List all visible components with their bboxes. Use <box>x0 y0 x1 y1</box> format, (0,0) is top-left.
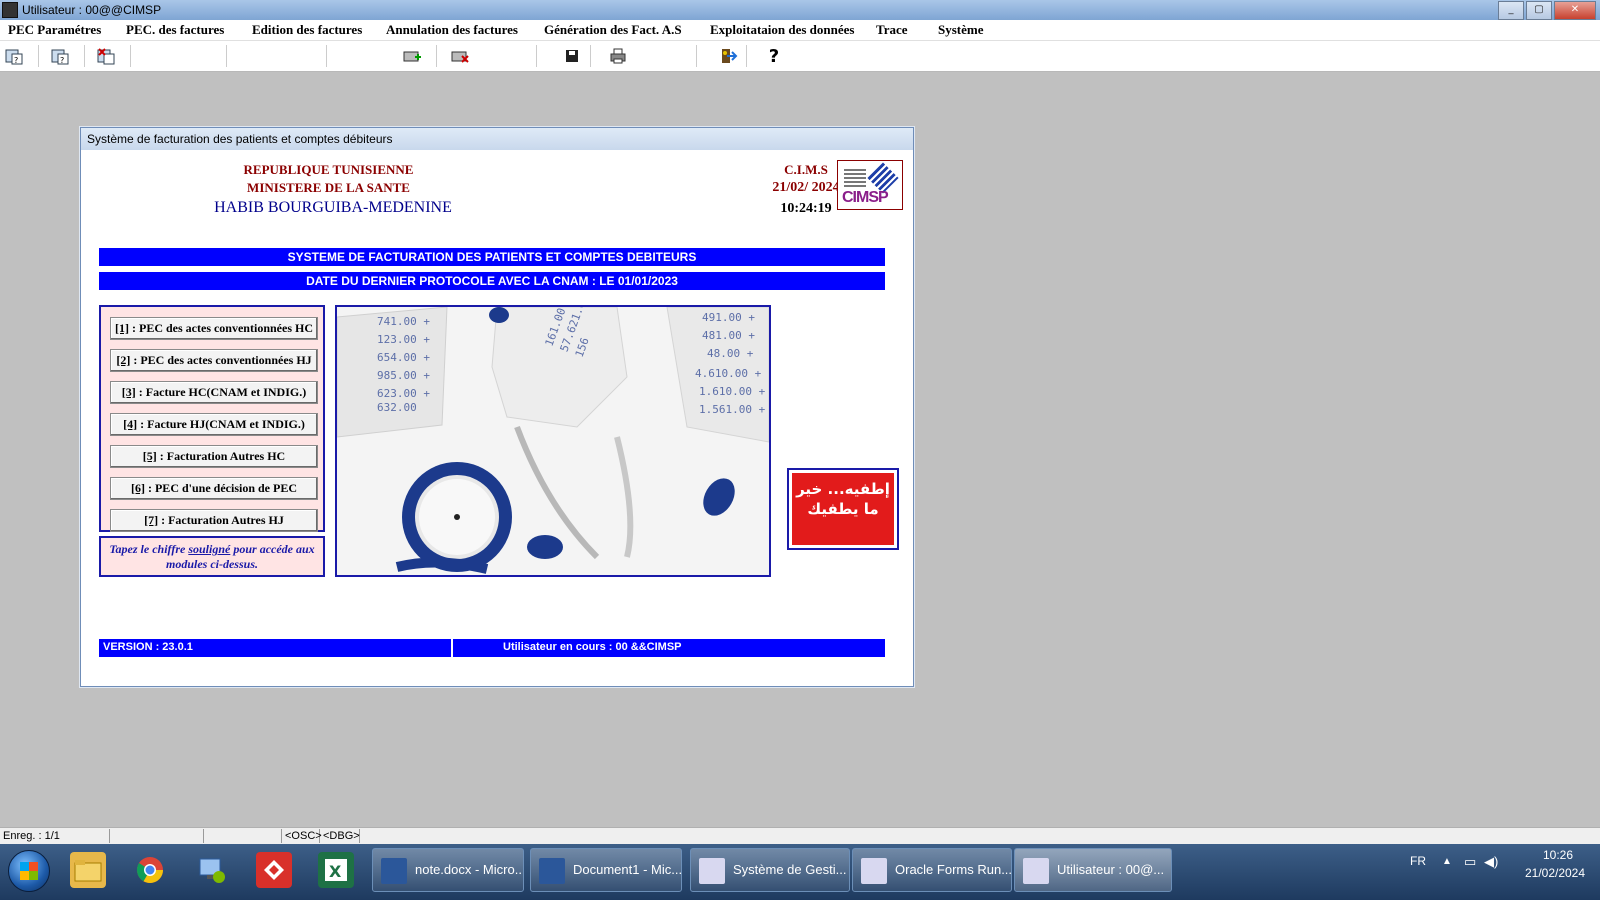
file-explorer-icon[interactable] <box>70 852 106 888</box>
taskbar-task-note[interactable]: note.docx - Micro... <box>372 848 524 892</box>
ad-text: إطفيه... خير ما يطفيك <box>792 473 894 545</box>
chrome-icon[interactable] <box>132 852 168 888</box>
network-tray-icon[interactable]: ▭ <box>1464 854 1476 870</box>
menu-generation-fact[interactable]: Génération des Fact. A.S <box>544 20 682 40</box>
dbg-indicator: <DBG> <box>320 829 360 843</box>
svg-text:1.561.00 +: 1.561.00 + <box>699 403 766 416</box>
svg-text:?: ? <box>14 56 18 65</box>
menu-pec-parametres[interactable]: PEC Paramétres <box>8 20 101 40</box>
module-button-1[interactable]: [1] : PEC des actes conventionnées HC <box>110 317 318 340</box>
oracle-forms-icon <box>699 858 725 884</box>
module-button-7[interactable]: [7] : Facturation Autres HJ <box>110 509 318 532</box>
current-user-label: Utilisateur en cours : 00 &&CIMSP <box>453 639 885 657</box>
taskbar-task-systeme[interactable]: Système de Gesti... <box>690 848 850 892</box>
osc-indicator: <OSC> <box>282 829 322 843</box>
tray-clock-date[interactable]: 21/02/2024 <box>1522 866 1588 880</box>
word-icon <box>381 858 407 884</box>
svg-text:481.00 +: 481.00 + <box>702 329 755 342</box>
title-bar: Utilisateur : 00@@CIMSP _ ▢ ✕ <box>0 0 1600 20</box>
status-cell-2 <box>110 829 204 843</box>
taskbar-task-document1[interactable]: Document1 - Mic... <box>530 848 682 892</box>
volume-icon[interactable]: ◀) <box>1484 854 1498 870</box>
excel-icon[interactable]: X <box>318 852 354 888</box>
help-icon[interactable]: ? <box>764 46 784 67</box>
menu-pec-factures[interactable]: PEC. des factures <box>126 20 224 40</box>
query-execute-icon[interactable]: ? <box>50 46 70 66</box>
module-button-4[interactable]: [4] : Facture HJ(CNAM et INDIG.) <box>110 413 318 436</box>
language-indicator[interactable]: FR <box>1410 854 1426 868</box>
exit-icon[interactable] <box>718 46 738 66</box>
svg-text:985.00 +: 985.00 + <box>377 369 430 382</box>
header-republique: REPUBLIQUE TUNISIENNE <box>243 162 414 177</box>
svg-text:491.00 +: 491.00 + <box>702 311 755 324</box>
anydesk-icon[interactable] <box>256 852 292 888</box>
modules-panel: [1] : PEC des actes conventionnées HC [2… <box>99 305 325 532</box>
menu-trace[interactable]: Trace <box>876 20 908 40</box>
menu-exploitation-donnees[interactable]: Exploitataion des données <box>710 20 854 40</box>
system-title-band: SYSTEME DE FACTURATION DES PATIENTS ET C… <box>99 248 885 266</box>
svg-text:123.00 +: 123.00 + <box>377 333 430 346</box>
word-icon <box>539 858 565 884</box>
svg-text:?: ? <box>60 56 64 65</box>
close-button[interactable]: ✕ <box>1554 1 1596 20</box>
logo-text: CIMSP <box>842 189 889 206</box>
shortcut-hint: Tapez le chiffre souligné pour accéde au… <box>99 536 325 577</box>
delete-record-icon[interactable] <box>450 46 470 66</box>
menu-systeme[interactable]: Système <box>938 20 984 40</box>
svg-text:1.610.00 +: 1.610.00 + <box>699 385 766 398</box>
menu-annulation-factures[interactable]: Annulation des factures <box>386 20 518 40</box>
stethoscope-image: 741.00 + 123.00 + 654.00 + 985.00 + 623.00 … <box>335 305 771 577</box>
module-button-3[interactable]: [3] : Facture HC(CNAM et INDIG.) <box>110 381 318 404</box>
main-form-window: Système de facturation des patients et c… <box>80 127 914 687</box>
menu-bar: PEC Paramétres PEC. des factures Edition… <box>0 20 1600 41</box>
oracle-forms-icon <box>1023 858 1049 884</box>
svg-text:48.00 +: 48.00 + <box>707 347 754 360</box>
tray-clock-time[interactable]: 10:26 <box>1528 848 1588 862</box>
module-button-2[interactable]: [2] : PEC des actes conventionnées HJ <box>110 349 318 372</box>
network-app-icon[interactable] <box>194 852 230 888</box>
fire-safety-ad: إطفيه... خير ما يطفيك <box>787 468 899 550</box>
menu-edition-factures[interactable]: Edition des factures <box>252 20 362 40</box>
svg-text:X: X <box>329 862 342 881</box>
windows-logo-icon <box>20 862 38 880</box>
query-icon[interactable]: ? <box>4 46 24 66</box>
cimsp-logo: CIMSP <box>837 160 903 210</box>
save-icon[interactable] <box>562 46 582 66</box>
version-label: VERSION : 23.0.1 <box>99 639 451 657</box>
toolbar: ? ? ? <box>0 41 1600 72</box>
header-ministere: MINISTERE DE LA SANTE <box>247 180 410 195</box>
svg-text:4.610.00 +: 4.610.00 + <box>695 367 762 380</box>
taskbar-task-utilisateur[interactable]: Utilisateur : 00@... <box>1014 848 1172 892</box>
svg-text:654.00 +: 654.00 + <box>377 351 430 364</box>
status-bar: Enreg. : 1/1 <OSC> <DBG> <box>0 827 1600 845</box>
print-icon[interactable] <box>608 46 628 66</box>
svg-text:632.00: 632.00 <box>377 401 417 414</box>
window-title: Utilisateur : 00@@CIMSP <box>22 3 162 17</box>
insert-record-icon[interactable] <box>402 46 422 66</box>
maximize-button[interactable]: ▢ <box>1526 1 1552 20</box>
taskbar: X note.docx - Micro... Document1 - Mic..… <box>0 844 1600 900</box>
protocol-date-band: DATE DU DERNIER PROTOCOLE AVEC LA CNAM :… <box>99 272 885 290</box>
record-counter: Enreg. : 1/1 <box>0 829 110 843</box>
query-cancel-icon[interactable] <box>96 46 116 66</box>
start-button[interactable] <box>8 850 50 892</box>
minimize-button[interactable]: _ <box>1498 1 1524 20</box>
app-icon <box>2 2 18 18</box>
taskbar-task-oracle-forms[interactable]: Oracle Forms Run... <box>852 848 1012 892</box>
module-button-6[interactable]: [6] : PEC d'une décision de PEC <box>110 477 318 500</box>
form-title: Système de facturation des patients et c… <box>81 128 913 150</box>
module-button-5[interactable]: [5] : Facturation Autres HC <box>110 445 318 468</box>
status-cell-3 <box>204 829 282 843</box>
svg-text:623.00 +: 623.00 + <box>377 387 430 400</box>
svg-text:741.00 +: 741.00 + <box>377 315 430 328</box>
header-hospital: HABIB BOURGUIBA-MEDENINE <box>214 199 452 216</box>
tray-expand-icon[interactable]: ▲ <box>1442 856 1452 867</box>
oracle-forms-icon <box>861 858 887 884</box>
